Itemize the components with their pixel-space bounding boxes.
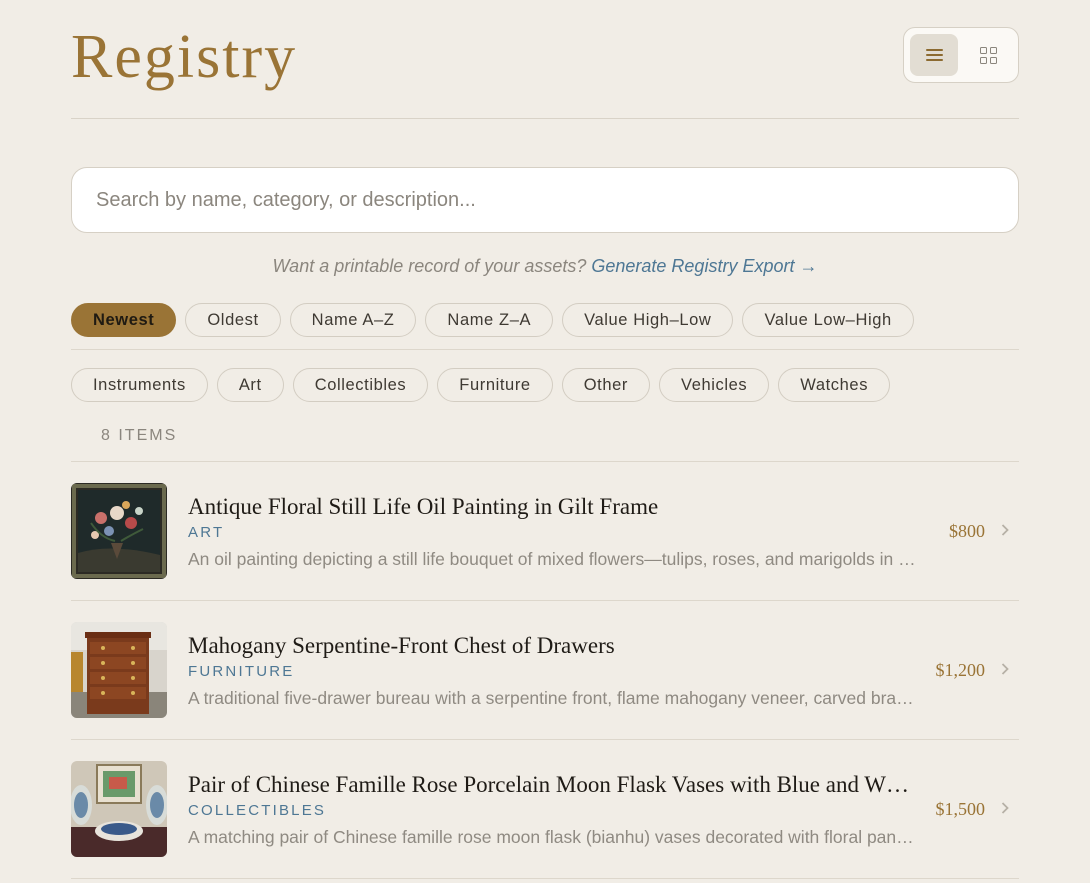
category-chip-furniture[interactable]: Furniture (437, 368, 553, 402)
sort-chip-name-z-a[interactable]: Name Z–A (425, 303, 554, 337)
item-thumbnail-chest (71, 622, 167, 718)
item-price: $1,200 (935, 660, 986, 680)
sort-chip-value-low-high[interactable]: Value Low–High (742, 303, 914, 337)
sort-options: Newest Oldest Name A–Z Name Z–A Value Hi… (71, 303, 914, 337)
generate-export-link[interactable]: Generate Registry Export → (591, 256, 817, 276)
item-price: $1,500 (935, 799, 986, 819)
registry-item[interactable]: Pair of Chinese Famille Rose Porcelain M… (71, 740, 1019, 879)
item-description: A traditional five-drawer bureau with a … (188, 688, 918, 708)
item-price: $800 (949, 521, 985, 541)
item-category: FURNITURE (188, 663, 295, 680)
chevron-right-icon (1001, 663, 1009, 675)
grid-icon (979, 46, 997, 64)
sort-chip-name-a-z[interactable]: Name A–Z (289, 303, 417, 337)
item-thumbnail-painting (71, 483, 167, 579)
category-chip-instruments[interactable]: Instruments (71, 368, 208, 402)
item-name: Antique Floral Still Life Oil Painting i… (188, 494, 659, 519)
page-title: Registry (71, 23, 298, 91)
sort-chip-value-high-low[interactable]: Value High–Low (562, 303, 734, 337)
item-count: 8 ITEMS (101, 427, 178, 444)
category-chip-vehicles[interactable]: Vehicles (659, 368, 770, 402)
grid-view-button[interactable] (964, 34, 1012, 76)
item-category: COLLECTIBLES (188, 802, 327, 819)
category-chip-watches[interactable]: Watches (778, 368, 891, 402)
registry-page: Registry Want a printable record of your… (71, 0, 1019, 879)
category-chip-other[interactable]: Other (561, 368, 650, 402)
category-filters: Instruments Art Collectibles Furniture O… (71, 368, 891, 402)
export-prompt-text: Want a printable record of your assets? (272, 256, 587, 276)
item-name: Pair of Chinese Famille Rose Porcelain M… (188, 772, 918, 797)
list-view-button[interactable] (910, 34, 958, 76)
view-toggle (903, 27, 1019, 83)
sort-chip-newest[interactable]: Newest (71, 303, 177, 337)
item-category: ART (188, 524, 225, 541)
chevron-right-icon (1001, 802, 1009, 814)
item-name: Mahogany Serpentine-Front Chest of Drawe… (188, 633, 615, 658)
item-description: A matching pair of Chinese famille rose … (188, 827, 918, 847)
category-chip-art[interactable]: Art (216, 368, 284, 402)
search-input[interactable] (71, 167, 1019, 233)
chevron-right-icon (1001, 524, 1009, 536)
item-description: An oil painting depicting a still life b… (188, 549, 918, 569)
item-thumbnail-vases (71, 761, 167, 857)
page-header: Registry (71, 0, 1019, 119)
registry-item[interactable]: Antique Floral Still Life Oil Painting i… (71, 462, 1019, 601)
divider (71, 349, 1019, 350)
sort-chip-oldest[interactable]: Oldest (185, 303, 281, 337)
registry-item[interactable]: Mahogany Serpentine-Front Chest of Drawe… (71, 601, 1019, 740)
export-prompt: Want a printable record of your assets? … (71, 256, 1019, 277)
list-icon (925, 46, 943, 64)
category-chip-collectibles[interactable]: Collectibles (292, 368, 429, 402)
